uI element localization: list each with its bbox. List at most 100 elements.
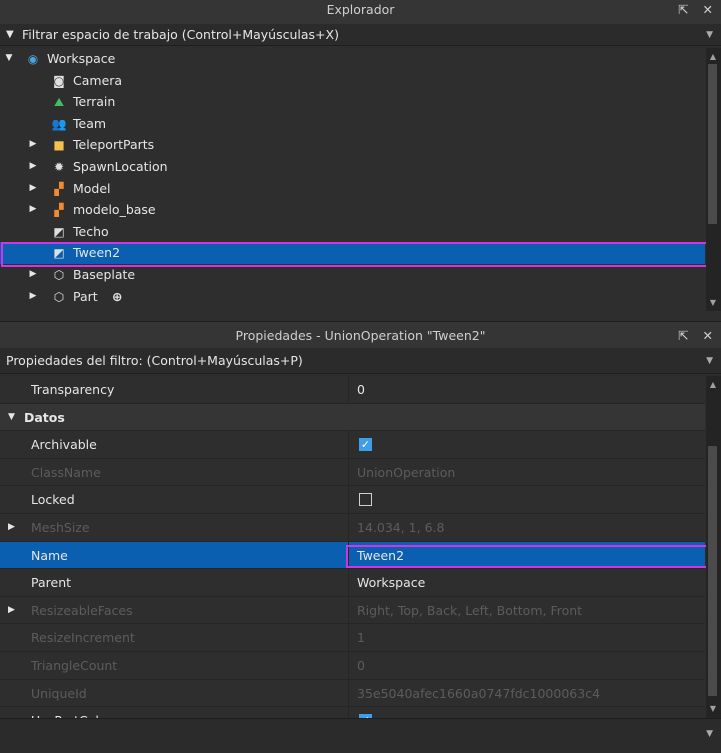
- property-name: TriangleCount: [31, 658, 118, 673]
- property-value: 0: [357, 658, 365, 673]
- column-divider[interactable]: [348, 458, 349, 486]
- part-icon: ⬡: [53, 289, 65, 304]
- property-row-transparency[interactable]: Transparency 0: [0, 376, 705, 404]
- tree-item-model[interactable]: ▶ ▞ Model: [0, 178, 705, 200]
- tree-item-label: Model: [73, 180, 111, 196]
- tree-item-part[interactable]: ▶ ⬡ Part ⊕: [0, 286, 705, 308]
- explorer-filter-bar[interactable]: ▼ Filtrar espacio de trabajo (Control+Ma…: [0, 24, 721, 46]
- close-icon[interactable]: ✕: [703, 2, 713, 17]
- tree-item-label: TeleportParts: [73, 137, 155, 153]
- column-divider[interactable]: [348, 707, 349, 718]
- tree-item-label: Camera: [73, 72, 123, 88]
- tree-item-baseplate[interactable]: ▶ ⬡ Baseplate: [0, 264, 705, 286]
- column-divider[interactable]: [348, 569, 349, 596]
- property-name: ResizeableFaces: [31, 602, 133, 618]
- property-name: ResizeIncrement: [31, 630, 135, 646]
- scroll-thumb[interactable]: [708, 64, 717, 224]
- property-row-trianglecount: TriangleCount 0: [0, 652, 705, 680]
- collapse-arrow-icon[interactable]: ▶: [8, 514, 15, 541]
- properties-titlebar: Propiedades - UnionOperation "Tween2" ⇱ …: [0, 321, 721, 348]
- property-name: Locked: [31, 492, 75, 508]
- property-checkbox[interactable]: ✓: [359, 438, 372, 452]
- bottom-bar: ▼: [0, 718, 721, 753]
- globe-icon: ◉: [27, 52, 39, 66]
- tree-item-spawnlocation[interactable]: ▶ ✹ SpawnLocation: [0, 156, 705, 178]
- column-divider[interactable]: [348, 376, 349, 403]
- property-name: Datos: [24, 409, 65, 425]
- chevron-down-icon[interactable]: ▼: [706, 348, 713, 374]
- tree-item-camera[interactable]: ◙ Camera: [0, 70, 705, 92]
- scroll-up-icon[interactable]: ▲: [706, 52, 720, 61]
- property-value: Right, Top, Back, Left, Bottom, Front: [357, 602, 583, 618]
- collapse-arrow-icon[interactable]: ▶: [28, 178, 38, 199]
- undock-icon[interactable]: ⇱: [678, 328, 688, 343]
- property-name: MeshSize: [31, 520, 90, 535]
- team-icon: 👥: [51, 116, 67, 131]
- explorer-filter-input[interactable]: Filtrar espacio de trabajo (Control+Mayú…: [22, 24, 339, 46]
- property-row-datos[interactable]: ▼ Datos: [0, 403, 705, 432]
- highlight-box: [1, 242, 709, 267]
- undock-icon[interactable]: ⇱: [678, 2, 688, 17]
- tree-item-techo[interactable]: ◩ Techo: [0, 221, 705, 243]
- explorer-scrollbar[interactable]: ▲ ▼: [706, 48, 721, 311]
- column-divider[interactable]: [348, 679, 349, 707]
- column-divider[interactable]: [348, 624, 349, 651]
- properties-title: Propiedades - UnionOperation "Tween2": [235, 328, 486, 343]
- expand-arrow-icon[interactable]: ▼: [4, 48, 14, 69]
- add-icon[interactable]: ⊕: [112, 286, 122, 307]
- tree-item-label: SpawnLocation: [73, 159, 168, 174]
- property-row-archivable[interactable]: Archivable ✓: [0, 431, 705, 459]
- property-row-classname: ClassName UnionOperation: [0, 458, 705, 487]
- scroll-down-icon[interactable]: ▼: [706, 704, 720, 713]
- tree-item-workspace[interactable]: ▼ ◉ Workspace: [0, 48, 705, 70]
- column-divider[interactable]: [348, 652, 349, 679]
- scroll-down-icon[interactable]: ▼: [706, 298, 720, 307]
- scroll-up-icon[interactable]: ▲: [706, 380, 720, 389]
- spawn-icon: ✹: [53, 160, 65, 174]
- chevron-down-icon[interactable]: ▼: [706, 24, 713, 46]
- property-row-parent[interactable]: Parent Workspace: [0, 569, 705, 597]
- tree-item-label: modelo_base: [73, 202, 156, 218]
- collapse-arrow-icon[interactable]: ▶: [8, 597, 15, 624]
- filter-icon[interactable]: ▼: [6, 24, 14, 46]
- property-name: Archivable: [31, 437, 97, 453]
- scroll-thumb[interactable]: [708, 446, 717, 696]
- property-name: Parent: [31, 575, 72, 591]
- property-value: UnionOperation: [357, 464, 456, 480]
- terrain-icon: ⛰: [53, 95, 65, 110]
- property-row-usepartcolor[interactable]: UsePartColor✓: [0, 707, 705, 718]
- tree-item-label: Workspace: [47, 51, 116, 66]
- expand-arrow-icon[interactable]: ▼: [8, 404, 15, 431]
- highlight-box: [346, 545, 712, 568]
- collapse-arrow-icon[interactable]: ▶: [28, 156, 38, 177]
- tree-item-label: Baseplate: [73, 267, 136, 282]
- properties-filter-bar[interactable]: Propiedades del filtro: (Control+Mayúscu…: [0, 348, 721, 374]
- collapse-arrow-icon[interactable]: ▶: [28, 286, 38, 307]
- property-checkbox[interactable]: [359, 493, 372, 507]
- property-name: UsePartColor: [31, 707, 112, 718]
- property-row-locked[interactable]: Locked: [0, 486, 705, 514]
- property-value[interactable]: 0: [357, 376, 365, 403]
- tree-item-modelo-base[interactable]: ▶ ▞ modelo_base: [0, 199, 705, 221]
- property-row-resizeincrement: ResizeIncrement 1: [0, 624, 705, 652]
- collapse-arrow-icon[interactable]: ▶: [28, 264, 38, 285]
- column-divider[interactable]: [348, 431, 349, 458]
- collapse-arrow-icon[interactable]: ▶: [28, 199, 38, 220]
- property-value[interactable]: Workspace: [357, 569, 425, 596]
- tree-item-terrain[interactable]: ⛰ Terrain: [0, 91, 705, 113]
- column-divider[interactable]: [348, 596, 349, 624]
- property-value: 35e5040afec1660a0747fdc1000063c4: [357, 685, 601, 701]
- tree-item-teleportparts[interactable]: ▶ ■ TeleportParts: [0, 134, 705, 156]
- properties-scrollbar[interactable]: ▲ ▼: [706, 376, 721, 718]
- explorer-title: Explorador: [326, 2, 395, 17]
- chevron-down-icon[interactable]: ▼: [706, 729, 713, 739]
- column-divider[interactable]: [348, 486, 349, 513]
- collapse-arrow-icon[interactable]: ▶: [28, 134, 38, 155]
- property-name: Name: [31, 547, 68, 563]
- property-row-meshsize: ▶ MeshSize 14.034, 1, 6.8: [0, 514, 705, 542]
- properties-filter-input[interactable]: Propiedades del filtro: (Control+Mayúscu…: [6, 348, 303, 374]
- union-icon: ◩: [53, 224, 65, 239]
- tree-item-team[interactable]: 👥 Team: [0, 113, 705, 135]
- close-icon[interactable]: ✕: [703, 328, 713, 343]
- column-divider[interactable]: [348, 514, 349, 541]
